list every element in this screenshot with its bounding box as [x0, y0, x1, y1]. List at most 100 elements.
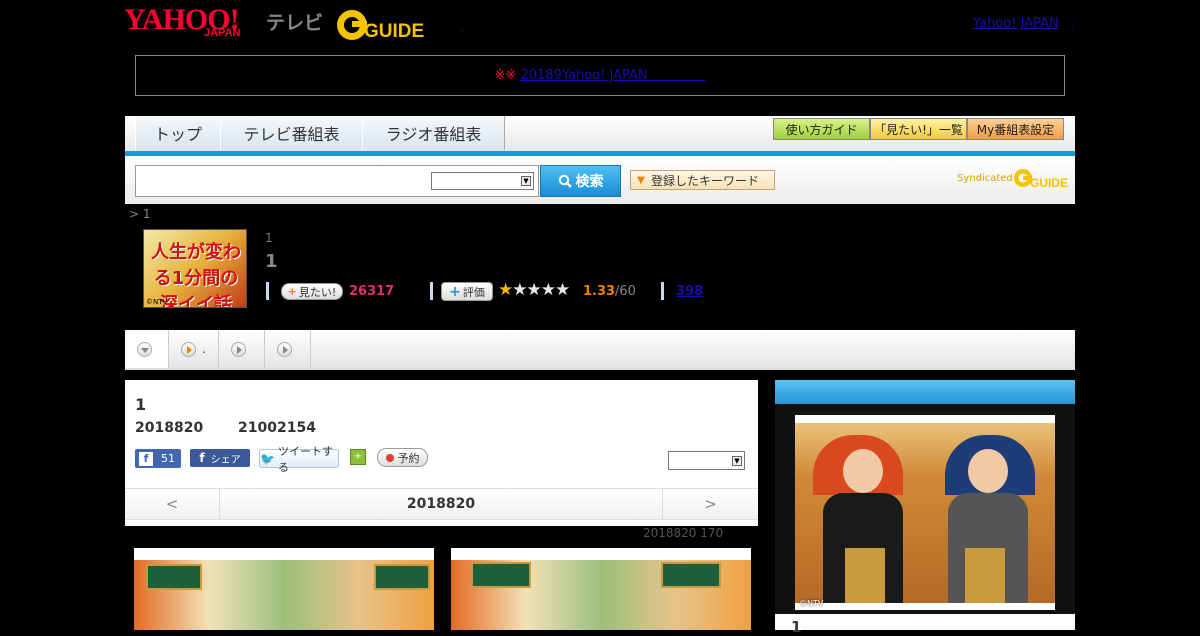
play-icon — [277, 341, 292, 357]
podium-right — [965, 548, 1005, 603]
program-logo-icon — [661, 562, 721, 588]
registered-keyword-label: 登録したキーワード — [651, 173, 760, 188]
star-icon: ★ — [512, 280, 527, 300]
play-icon — [231, 341, 246, 357]
tab-item-1[interactable]: . — [169, 330, 219, 368]
program-logo-icon — [146, 564, 202, 590]
tweet-button[interactable]: 🐦 ツイートする — [259, 445, 339, 474]
episode-time: 21002154 — [238, 420, 316, 436]
episode-prev-button[interactable]: < — [125, 489, 220, 519]
svg-text:GUIDE: GUIDE — [364, 21, 424, 42]
search-icon — [558, 174, 572, 188]
nav-tab-tv-schedule[interactable]: テレビ番組表 — [220, 116, 363, 150]
episode-number: 1 — [135, 395, 147, 414]
stat-divider — [661, 282, 664, 300]
episode-thumbnail-2[interactable] — [451, 548, 751, 630]
program-tab-strip: . — [125, 330, 1075, 370]
side-image-copyright: ©NTV — [799, 599, 824, 608]
program-subtitle: 1 — [265, 231, 273, 245]
rating-stars: ★★★★★ — [498, 280, 570, 300]
episode-next-button[interactable]: > — [662, 489, 758, 519]
syndicated-label: Syndicated — [957, 173, 1013, 184]
episode-select[interactable]: ▼ — [668, 451, 745, 470]
yahoo-japan-link[interactable]: Yahoo! JAPAN — [973, 16, 1059, 31]
episode-thumbnail-1[interactable] — [134, 548, 434, 630]
episode-date: 2018820 — [135, 420, 204, 436]
record-icon — [385, 453, 394, 462]
tab-item-3[interactable] — [265, 330, 311, 368]
svg-text:GUIDE: GUIDE — [1030, 176, 1068, 190]
gguide-logo-icon: GUIDE — [337, 10, 424, 42]
podium-left — [845, 548, 885, 603]
stat-divider — [430, 282, 433, 300]
reserve-button[interactable]: 予約 — [377, 448, 428, 467]
hosts-photo — [795, 423, 1055, 603]
side-panel: ©NTV — [775, 404, 1075, 630]
side-panel-header — [775, 380, 1075, 404]
want-to-watch-button[interactable]: + 見たい! — [281, 283, 343, 300]
notice-box: ※※ 20189Yahoo! JAPAN — [135, 55, 1065, 96]
want-list-button[interactable]: 「見たい!」一覧 — [870, 118, 967, 140]
rate-button[interactable]: + 評価 — [441, 282, 493, 301]
facebook-share-button[interactable]: f シェア — [190, 449, 250, 467]
notice-mark: ※※ — [494, 68, 517, 83]
side-panel-footer-text: 1 — [791, 618, 802, 636]
nav-tab-top[interactable]: トップ — [135, 116, 221, 150]
plus-icon: + — [449, 283, 461, 300]
side-panel-image[interactable]: ©NTV — [795, 415, 1055, 610]
review-count-link[interactable]: 398 — [676, 284, 703, 299]
rating-value: 1.33 — [583, 284, 616, 299]
registered-keyword-button[interactable]: ▼ 登録したキーワード — [630, 170, 775, 190]
search-button-label: 検索 — [575, 174, 604, 190]
header-dot-left: . — [460, 20, 465, 35]
facebook-like-count: 51 — [161, 452, 175, 465]
search-area: ▼ 検索 ▼ 登録したキーワード Syndicated GUIDE — [125, 156, 1075, 204]
tab-item-1-label: . — [202, 342, 206, 356]
tweet-label: ツイートする — [277, 444, 333, 474]
program-title: 1 — [265, 251, 278, 272]
notice-link-underline[interactable] — [648, 68, 706, 83]
nav-tab-radio-schedule[interactable]: ラジオ番組表 — [362, 116, 505, 150]
chevron-down-icon — [137, 341, 152, 357]
tv-logo-text[interactable]: テレビ — [266, 8, 323, 35]
episode-nav: < 2018820 > — [125, 488, 758, 520]
facebook-icon: f — [139, 451, 153, 466]
episode-meta: 2018820 170 — [643, 526, 724, 540]
reserve-label: 予約 — [397, 451, 420, 465]
chevron-down-icon: ▼ — [521, 176, 531, 186]
rate-label: 評価 — [462, 285, 485, 299]
side-panel-footer: 1 — [775, 614, 1075, 636]
star-icon: ★ — [498, 280, 513, 300]
star-icon: ★ — [526, 280, 542, 300]
facebook-icon: f — [199, 451, 205, 465]
yahoo-japan-logo-text: JAPAN — [204, 27, 241, 39]
program-thumbnail-copyright: ©NTV — [146, 298, 168, 306]
tab-item-2[interactable] — [219, 330, 265, 368]
gguide-logo[interactable]: GUIDE — [334, 6, 434, 42]
rating-count: /60 — [615, 284, 636, 299]
search-category-select[interactable]: ▼ — [431, 172, 534, 190]
notice-link[interactable]: 20189Yahoo! JAPAN — [520, 68, 647, 83]
breadcrumb: > 1 — [129, 207, 151, 221]
search-button[interactable]: 検索 — [540, 165, 621, 197]
bookmark-icon[interactable]: + — [350, 449, 366, 465]
play-icon — [181, 341, 196, 357]
header-dot: . — [1070, 16, 1075, 31]
program-logo-icon — [471, 562, 531, 588]
facebook-share-label: シェア — [210, 454, 241, 466]
my-schedule-button[interactable]: My番組表設定 — [967, 118, 1064, 140]
want-to-watch-label: 見たい! — [298, 285, 337, 299]
twitter-icon: 🐦 — [260, 451, 275, 466]
chevron-down-icon: ▼ — [637, 174, 645, 186]
gguide-small-icon: GUIDE — [1014, 169, 1068, 190]
guide-button[interactable]: 使い方ガイド — [773, 118, 870, 140]
program-logo-icon — [374, 564, 430, 590]
host-face-right — [968, 449, 1008, 493]
star-icon: ★ — [540, 280, 556, 300]
facebook-like-button[interactable]: f 51 — [135, 449, 181, 468]
host-face-left — [843, 449, 883, 493]
global-nav: トップ テレビ番組表 ラジオ番組表 使い方ガイド 「見たい!」一覧 My番組表設… — [125, 116, 1075, 151]
stat-divider — [266, 282, 269, 300]
tab-expand[interactable] — [125, 330, 169, 368]
program-thumbnail: 人生が変わる1分間の深イイ話 ©NTV — [143, 229, 247, 308]
